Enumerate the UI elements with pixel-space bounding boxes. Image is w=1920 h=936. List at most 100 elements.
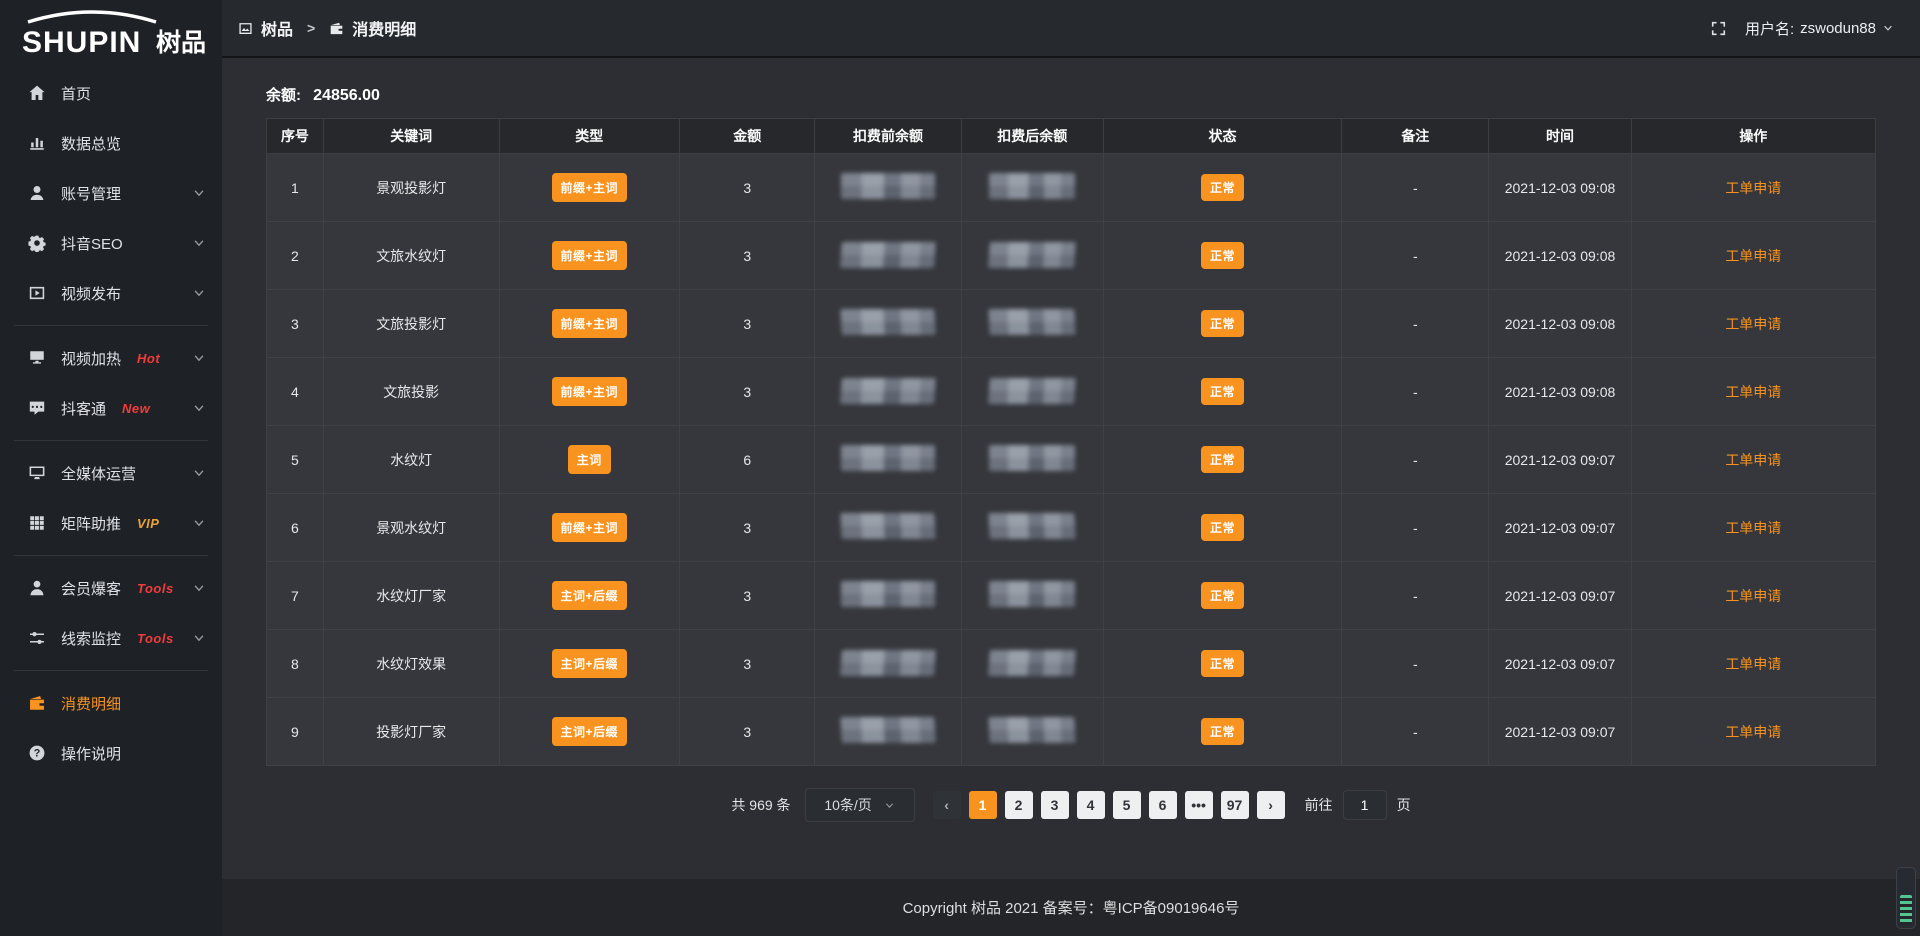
pagination-page-button[interactable]: 2 [1005, 791, 1033, 819]
cell-balance-before [815, 222, 961, 290]
work-order-link[interactable]: 工单申请 [1725, 656, 1781, 672]
pagination-page-button[interactable]: 6 [1149, 791, 1177, 819]
sidebar-item-9[interactable]: 矩阵助推VIP [0, 498, 222, 548]
sidebar-item-1[interactable]: 首页 [0, 68, 222, 118]
sidebar-item-5[interactable]: 视频发布 [0, 268, 222, 318]
wallet-icon [329, 21, 344, 36]
work-order-link[interactable]: 工单申请 [1725, 316, 1781, 332]
cell-remark: - [1342, 562, 1489, 630]
sidebar-item-8[interactable]: 全媒体运营 [0, 448, 222, 498]
cell-index: 5 [267, 426, 324, 494]
work-order-link[interactable]: 工单申请 [1725, 452, 1781, 468]
pagination-page-button[interactable]: 1 [969, 791, 997, 819]
sidebar-item-12[interactable]: 消费明细 [0, 678, 222, 728]
chevron-down-icon [884, 800, 895, 811]
sidebar-item-6[interactable]: 视频加热Hot [0, 333, 222, 383]
balance-value: 24856.00 [313, 87, 380, 104]
pagination-page-button[interactable]: 4 [1077, 791, 1105, 819]
cell-status: 正常 [1103, 154, 1341, 222]
pagination-page-button[interactable]: 97 [1221, 791, 1249, 819]
sidebar-item-label: 全媒体运营 [61, 463, 136, 484]
redacted-value [840, 309, 935, 335]
cell-time: 2021-12-03 09:08 [1489, 222, 1631, 290]
redacted-value [988, 650, 1076, 676]
redacted-value [989, 717, 1076, 743]
sidebar-item-tag: Hot [137, 351, 160, 366]
cell-remark: - [1342, 222, 1489, 290]
cell-remark: - [1342, 426, 1489, 494]
logo-arc [28, 12, 156, 22]
redacted-value [988, 242, 1076, 268]
chevron-down-icon [192, 236, 206, 250]
column-header: 扣费前余额 [815, 119, 961, 154]
picture-icon [238, 21, 253, 36]
fullscreen-icon[interactable] [1710, 20, 1727, 37]
chevron-down-icon [192, 466, 206, 480]
redacted-value [989, 309, 1076, 335]
redacted-value [988, 378, 1076, 404]
monitor-icon [28, 464, 46, 482]
sidebar-item-7[interactable]: 抖客通New [0, 383, 222, 433]
balance-label: 余额: [266, 87, 301, 104]
sidebar-item-label: 消费明细 [61, 693, 121, 714]
cell-balance-after [961, 562, 1103, 630]
browser-extension-widget[interactable] [1896, 867, 1916, 929]
cell-balance-before [815, 698, 961, 766]
chevron-down-icon [192, 631, 206, 645]
user-icon [28, 184, 46, 202]
breadcrumb-home[interactable]: 树品 [261, 16, 293, 40]
cell-balance-before [815, 562, 961, 630]
pagination-next-button[interactable]: › [1257, 791, 1285, 819]
column-header: 操作 [1631, 119, 1875, 154]
work-order-link[interactable]: 工单申请 [1725, 520, 1781, 536]
cell-balance-before [815, 426, 961, 494]
table-row: 2文旅水纹灯前缀+主词3正常-2021-12-03 09:08工单申请 [267, 222, 1876, 290]
status-badge: 正常 [1201, 650, 1244, 677]
cell-status: 正常 [1103, 562, 1341, 630]
user-menu[interactable]: 用户名: zswodun88 [1745, 18, 1894, 39]
pagination-page-button[interactable]: 3 [1041, 791, 1069, 819]
sidebar-item-10[interactable]: 会员爆客Tools [0, 563, 222, 613]
work-order-link[interactable]: 工单申请 [1725, 588, 1781, 604]
cell-balance-before [815, 290, 961, 358]
cell-amount: 3 [680, 222, 815, 290]
sidebar-item-11[interactable]: 线索监控Tools [0, 613, 222, 663]
cell-index: 7 [267, 562, 324, 630]
cell-remark: - [1342, 630, 1489, 698]
cell-index: 6 [267, 494, 324, 562]
wallet-icon [28, 694, 46, 712]
pagination-prev-button[interactable]: ‹ [933, 791, 961, 819]
chevron-down-icon [1882, 22, 1894, 34]
cell-keyword: 文旅水纹灯 [323, 222, 499, 290]
sidebar-item-3[interactable]: 账号管理 [0, 168, 222, 218]
column-header: 状态 [1103, 119, 1341, 154]
work-order-link[interactable]: 工单申请 [1725, 724, 1781, 740]
cell-time: 2021-12-03 09:07 [1489, 426, 1631, 494]
type-badge: 主词+后缀 [552, 649, 628, 678]
cell-index: 1 [267, 154, 324, 222]
pagination-ellipsis-button[interactable]: ••• [1185, 791, 1213, 819]
chevron-down-icon [192, 286, 206, 300]
cell-type: 前缀+主词 [499, 290, 680, 358]
sidebar-divider [14, 440, 208, 441]
sidebar-item-tag: Tools [137, 631, 174, 646]
cell-action: 工单申请 [1631, 698, 1875, 766]
pagination-page-button[interactable]: 5 [1113, 791, 1141, 819]
sidebar-item-4[interactable]: 抖音SEO [0, 218, 222, 268]
cell-status: 正常 [1103, 358, 1341, 426]
work-order-link[interactable]: 工单申请 [1725, 180, 1781, 196]
table-header-row: 序号关键词类型金额扣费前余额扣费后余额状态备注时间操作 [267, 119, 1876, 154]
sidebar-item-2[interactable]: 数据总览 [0, 118, 222, 168]
sidebar-item-13[interactable]: ?操作说明 [0, 728, 222, 778]
goto-label: 前往 [1305, 795, 1333, 815]
cell-time: 2021-12-03 09:07 [1489, 698, 1631, 766]
work-order-link[interactable]: 工单申请 [1725, 248, 1781, 264]
page-size-select[interactable]: 10条/页 [805, 788, 915, 822]
goto-page-input[interactable] [1343, 790, 1387, 820]
cell-keyword: 景观水纹灯 [323, 494, 499, 562]
type-badge: 前缀+主词 [552, 309, 628, 338]
sidebar-item-label: 抖音SEO [61, 233, 123, 254]
gear-icon [28, 234, 46, 252]
main-content: 余额: 24856.00 序号关键词类型金额扣费前余额扣费后余额状态备注时间操作… [222, 60, 1920, 822]
work-order-link[interactable]: 工单申请 [1725, 384, 1781, 400]
